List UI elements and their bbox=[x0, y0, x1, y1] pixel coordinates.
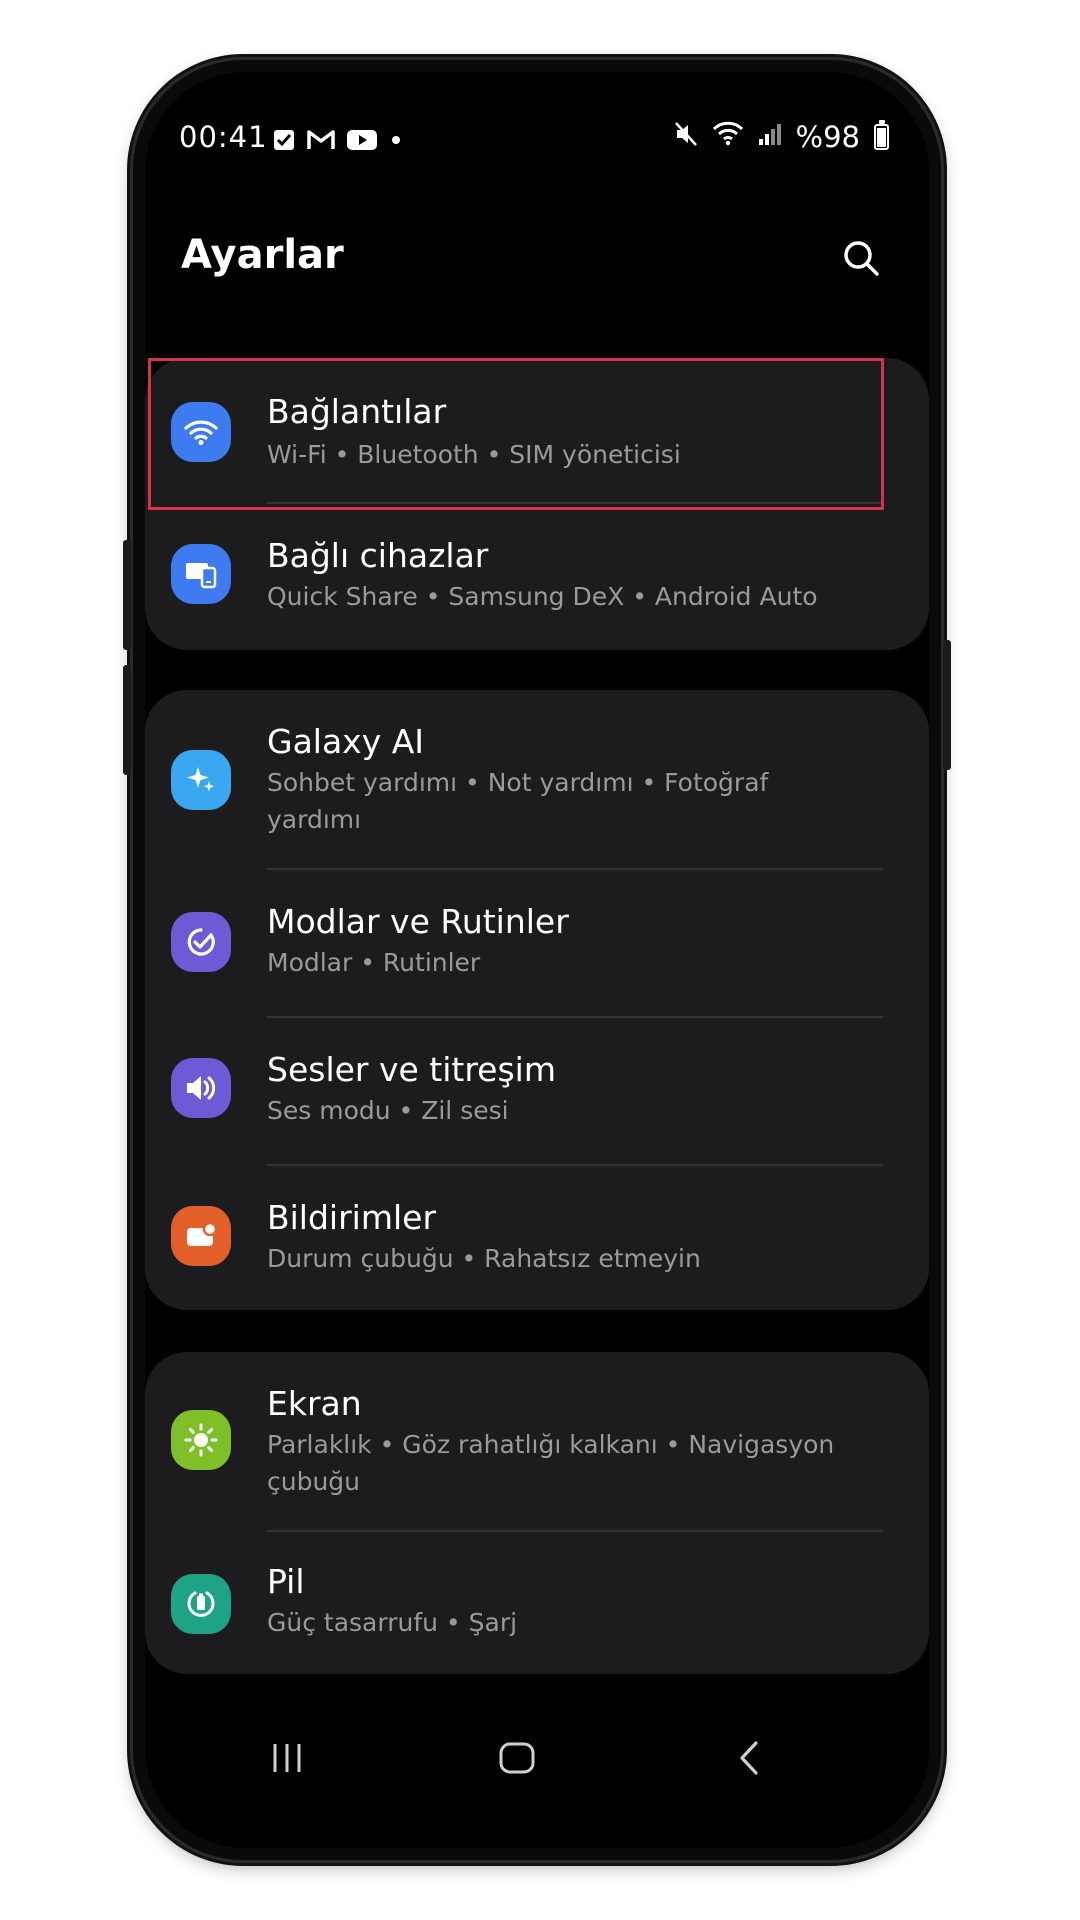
settings-item-subtitle: Ses modu • Zil sesi bbox=[267, 1096, 509, 1125]
settings-item-display[interactable]: Ekran Parlaklık • Göz rahatlığı kalkanı … bbox=[145, 1352, 929, 1530]
check-box-icon bbox=[273, 124, 295, 158]
signal-icon bbox=[758, 120, 782, 154]
check-circle-icon bbox=[171, 912, 231, 972]
settings-item-title: Bildirimler bbox=[267, 1198, 437, 1237]
battery-settings-icon bbox=[171, 1574, 231, 1634]
battery-icon bbox=[874, 120, 889, 150]
settings-item-subtitle: Durum çubuğu • Rahatsız etmeyin bbox=[267, 1244, 701, 1273]
settings-item-title: Bağlı cihazlar bbox=[267, 536, 489, 575]
settings-item-subtitle: Sohbet yardımı • Not yardımı • Fotoğraf … bbox=[267, 768, 769, 834]
notification-icon bbox=[171, 1206, 231, 1266]
home-icon bbox=[499, 1742, 535, 1774]
settings-item-battery[interactable]: Pil Güç tasarrufu • Şarj bbox=[145, 1532, 929, 1674]
gmail-icon bbox=[307, 124, 335, 158]
volume-down-button bbox=[123, 665, 131, 775]
volume-up-button bbox=[123, 540, 131, 650]
back-button[interactable] bbox=[709, 1728, 789, 1788]
settings-item-title: Modlar ve Rutinler bbox=[267, 902, 569, 941]
settings-group-display: Ekran Parlaklık • Göz rahatlığı kalkanı … bbox=[145, 1352, 929, 1674]
youtube-icon bbox=[347, 124, 377, 158]
speaker-icon bbox=[171, 1058, 231, 1118]
mute-vibrate-icon bbox=[674, 120, 698, 154]
settings-item-title: Pil bbox=[267, 1562, 305, 1601]
settings-item-modes-routines[interactable]: Modlar ve Rutinler Modlar • Rutinler bbox=[145, 870, 929, 1016]
recents-button[interactable] bbox=[247, 1728, 327, 1788]
settings-item-subtitle: Quick Share • Samsung DeX • Android Auto bbox=[267, 582, 818, 611]
connected-devices-icon bbox=[171, 544, 231, 604]
highlight-box bbox=[148, 358, 884, 510]
status-right-icons: %98 bbox=[674, 120, 889, 154]
home-button[interactable] bbox=[477, 1728, 557, 1788]
settings-item-subtitle: Modlar • Rutinler bbox=[267, 948, 481, 977]
settings-item-title: Ekran bbox=[267, 1384, 362, 1423]
back-icon bbox=[740, 1741, 758, 1775]
wifi-icon bbox=[712, 120, 744, 154]
sparkle-icon bbox=[171, 750, 231, 810]
page-title: Ayarlar bbox=[181, 232, 344, 278]
settings-item-title: Sesler ve titreşim bbox=[267, 1050, 556, 1089]
settings-item-galaxy-ai[interactable]: Galaxy AI Sohbet yardımı • Not yardımı •… bbox=[145, 690, 929, 868]
status-bar: 00:41 %98 bbox=[145, 112, 929, 162]
status-left-icons bbox=[273, 124, 403, 158]
search-icon bbox=[844, 241, 879, 276]
phone-frame: 00:41 %98 Ayarlar Bağlantılar Wi-Fi • Bl… bbox=[123, 60, 951, 1860]
settings-item-title: Galaxy AI bbox=[267, 722, 425, 761]
settings-item-subtitle: Parlaklık • Göz rahatlığı kalkanı • Navi… bbox=[267, 1430, 835, 1496]
sun-icon bbox=[171, 1410, 231, 1470]
search-button[interactable] bbox=[835, 232, 887, 284]
settings-item-subtitle: Güç tasarrufu • Şarj bbox=[267, 1608, 518, 1637]
settings-group-features: Galaxy AI Sohbet yardımı • Not yardımı •… bbox=[145, 690, 929, 1310]
screen: 00:41 %98 Ayarlar Bağlantılar Wi-Fi • Bl… bbox=[145, 72, 929, 1848]
navigation-bar bbox=[145, 1728, 929, 1788]
settings-item-connected-devices[interactable]: Bağlı cihazlar Quick Share • Samsung DeX… bbox=[145, 504, 929, 650]
power-button bbox=[943, 640, 951, 770]
battery-percent: %98 bbox=[795, 120, 860, 154]
settings-item-sounds-vibration[interactable]: Sesler ve titreşim Ses modu • Zil sesi bbox=[145, 1018, 929, 1164]
dot-icon bbox=[389, 124, 403, 158]
recents-icon bbox=[273, 1744, 301, 1772]
status-time: 00:41 bbox=[179, 120, 268, 154]
settings-item-notifications[interactable]: Bildirimler Durum çubuğu • Rahatsız etme… bbox=[145, 1166, 929, 1310]
